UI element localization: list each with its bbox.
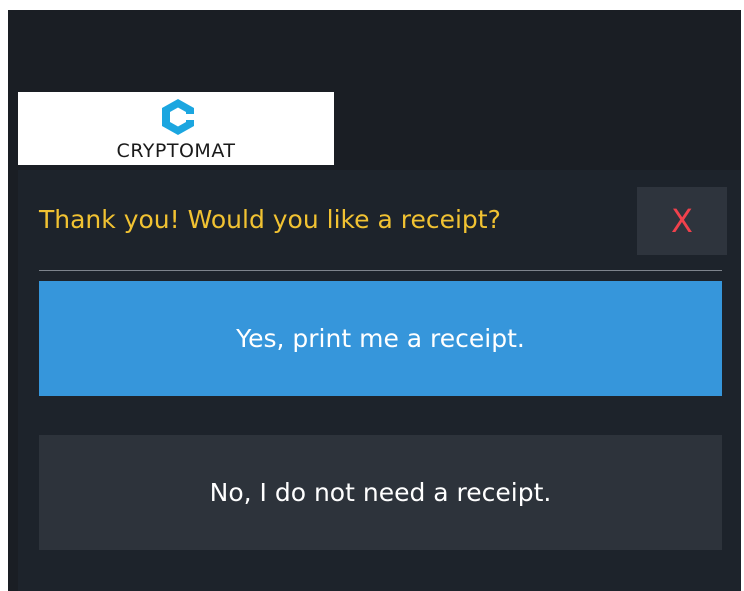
brand-name: CRYPTOMAT: [116, 140, 236, 162]
print-receipt-button[interactable]: Yes, print me a receipt.: [39, 281, 722, 396]
brand-logo: CRYPTOMAT: [18, 92, 334, 165]
title-divider: [39, 270, 722, 271]
close-button[interactable]: X: [637, 187, 727, 255]
dialog-title: Thank you! Would you like a receipt?: [39, 205, 501, 234]
cryptomat-logo-icon: [162, 99, 194, 135]
no-receipt-button[interactable]: No, I do not need a receipt.: [39, 435, 722, 550]
